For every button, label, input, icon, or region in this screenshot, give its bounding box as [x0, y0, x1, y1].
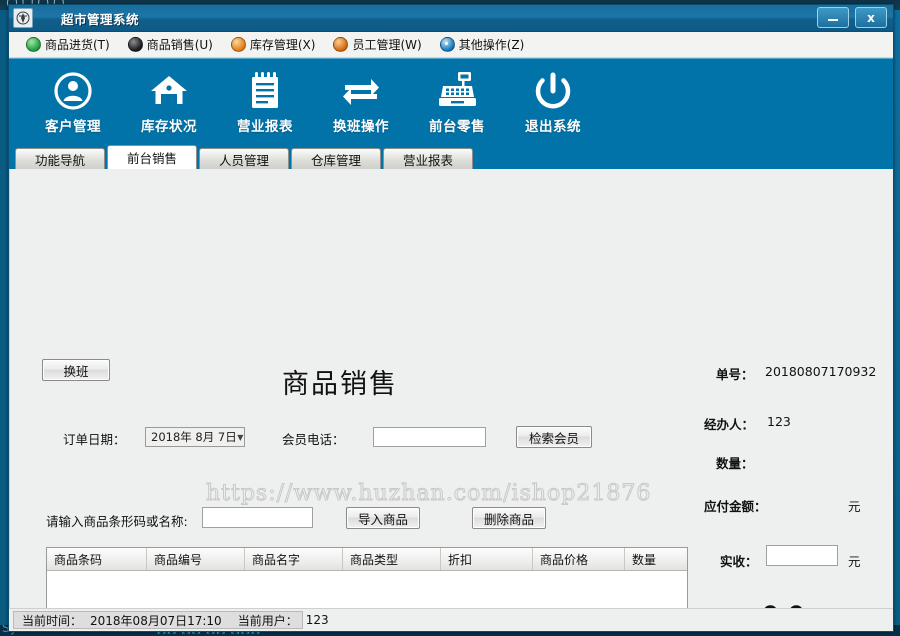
toolbar-button-customer-label: 客户管理	[45, 115, 101, 135]
house-icon	[148, 70, 190, 112]
toolbar-button-shift-label: 换班操作	[333, 115, 389, 135]
member-phone-input[interactable]	[373, 427, 486, 447]
barcode-label: 请输入商品条形码或名称:	[46, 511, 188, 530]
icon-toolbar: 客户管理 库存状况	[9, 58, 893, 145]
toolbar-button-logout[interactable]: 退出系统	[505, 62, 601, 142]
orange-circle-icon	[231, 37, 246, 52]
menu-item-staff-label: 员工管理(W)	[352, 36, 421, 53]
status-time-label: 当前时间：	[22, 612, 82, 629]
status-bar: 当前时间： 2018年08月07日17:10 当前用户： 123	[9, 608, 893, 631]
status-time: 当前时间： 2018年08月07日17:10	[22, 612, 222, 629]
menu-item-sales[interactable]: 商品销售(U)	[119, 34, 222, 55]
minimize-icon	[828, 19, 838, 21]
table-col-quantity[interactable]: 数量	[625, 548, 687, 570]
menu-item-sales-label: 商品销售(U)	[147, 36, 213, 53]
status-user-value: 123	[306, 613, 329, 627]
table-col-type[interactable]: 商品类型	[343, 548, 441, 570]
chevron-down-icon: ▼	[237, 433, 244, 442]
user-circle-icon	[53, 70, 93, 112]
table-col-discount[interactable]: 折扣	[441, 548, 533, 570]
toolbar-button-stock[interactable]: 库存状况	[121, 62, 217, 142]
window-controls: x	[817, 7, 887, 28]
toolbar-button-pos-label: 前台零售	[429, 115, 485, 135]
app-logo-icon	[13, 8, 33, 28]
toolbar-button-shift[interactable]: 换班操作	[313, 62, 409, 142]
menu-item-inventory-label: 库存管理(X)	[250, 36, 316, 53]
menu-item-staff[interactable]: 员工管理(W)	[324, 34, 430, 55]
title-bar: 超市管理系统 x	[9, 5, 893, 32]
sales-page: 换班 商品销售 订单日期： 2018年 8月 7日 ▼ 会员电话： 检索会员 h…	[9, 169, 893, 608]
quantity-label: 数量：	[716, 453, 754, 472]
menu-item-purchase-label: 商品进货(T)	[45, 36, 110, 53]
menu-item-other-label: 其他操作(Z)	[459, 36, 525, 53]
close-button[interactable]: x	[855, 7, 887, 28]
barcode-input[interactable]	[202, 507, 313, 528]
received-unit: 元	[848, 551, 861, 570]
toolbar-button-pos[interactable]: 前台零售	[409, 62, 505, 142]
page-title: 商品销售	[282, 362, 398, 401]
amber-circle-icon	[333, 37, 348, 52]
dark-circle-icon	[128, 37, 143, 52]
toolbar-button-customer[interactable]: 客户管理	[25, 62, 121, 142]
tab-front-sales[interactable]: 前台销售	[107, 145, 197, 169]
menu-bar: 商品进货(T) 商品销售(U) 库存管理(X) 员工管理(W) 其他操作(Z)	[9, 32, 893, 58]
cash-register-icon	[436, 70, 478, 112]
order-no-value: 20180807170932	[765, 364, 876, 379]
table-col-barcode[interactable]: 商品条码	[47, 548, 147, 570]
green-circle-icon	[26, 37, 41, 52]
payable-label: 应付金额：	[704, 496, 767, 515]
application-window: 超市管理系统 x 商品进货(T) 商品销售(U) 库存管理(X) 员工管理(W)…	[8, 4, 894, 632]
status-time-value: 2018年08月07日17:10	[90, 612, 222, 629]
table-col-code[interactable]: 商品编号	[147, 548, 245, 570]
member-phone-label: 会员电话：	[282, 429, 345, 448]
minimize-button[interactable]	[817, 7, 849, 28]
status-user: 当前用户： 123	[238, 612, 329, 629]
menu-item-purchase[interactable]: 商品进货(T)	[17, 34, 119, 55]
order-date-label: 订单日期：	[63, 429, 126, 448]
change-amount-value: 0.0	[762, 601, 805, 608]
status-bar-panel: 当前时间： 2018年08月07日17:10 当前用户： 123	[13, 611, 303, 629]
toolbar-button-report[interactable]: 营业报表	[217, 62, 313, 142]
tab-function-nav[interactable]: 功能导航	[15, 148, 105, 169]
status-user-label: 当前用户：	[238, 612, 298, 629]
table-body	[47, 571, 687, 608]
background-window-right	[893, 10, 900, 625]
watermark-text: https://www.huzhan.com/ishop21876	[206, 481, 651, 506]
search-member-button[interactable]: 检索会员	[516, 426, 592, 448]
received-label: 实收：	[720, 551, 758, 570]
order-date-picker[interactable]: 2018年 8月 7日 ▼	[145, 427, 245, 447]
delete-product-button[interactable]: 删除商品	[472, 507, 546, 529]
toolbar-button-logout-label: 退出系统	[525, 115, 581, 135]
swap-arrows-icon	[339, 70, 383, 112]
table-header-row: 商品条码 商品编号 商品名字 商品类型 折扣 商品价格 数量	[47, 548, 687, 571]
received-amount-input[interactable]	[766, 545, 838, 566]
power-icon	[533, 70, 573, 112]
tab-personnel[interactable]: 人员管理	[199, 148, 289, 169]
order-date-value: 2018年 8月 7日	[146, 429, 237, 445]
payable-unit: 元	[848, 496, 861, 515]
products-table: 商品条码 商品编号 商品名字 商品类型 折扣 商品价格 数量 ◀ ||| ▶	[46, 547, 688, 608]
toolbar-button-stock-label: 库存状况	[141, 115, 197, 135]
order-no-label: 单号：	[716, 364, 754, 383]
window-title: 超市管理系统	[61, 9, 139, 28]
table-col-price[interactable]: 商品价格	[533, 548, 625, 570]
blue-target-icon	[440, 37, 455, 52]
tab-strip: 功能导航 前台销售 人员管理 仓库管理 营业报表	[9, 145, 893, 169]
toolbar-button-report-label: 营业报表	[237, 115, 293, 135]
shift-change-button[interactable]: 换班	[42, 359, 110, 381]
menu-item-inventory[interactable]: 库存管理(X)	[222, 34, 325, 55]
tab-report[interactable]: 营业报表	[383, 148, 473, 169]
operator-label: 经办人：	[704, 414, 754, 433]
clipboard-icon	[247, 70, 283, 112]
import-product-button[interactable]: 导入商品	[346, 507, 420, 529]
menu-item-other[interactable]: 其他操作(Z)	[431, 34, 534, 55]
table-col-name[interactable]: 商品名字	[245, 548, 343, 570]
operator-value: 123	[767, 414, 791, 429]
tab-warehouse[interactable]: 仓库管理	[291, 148, 381, 169]
